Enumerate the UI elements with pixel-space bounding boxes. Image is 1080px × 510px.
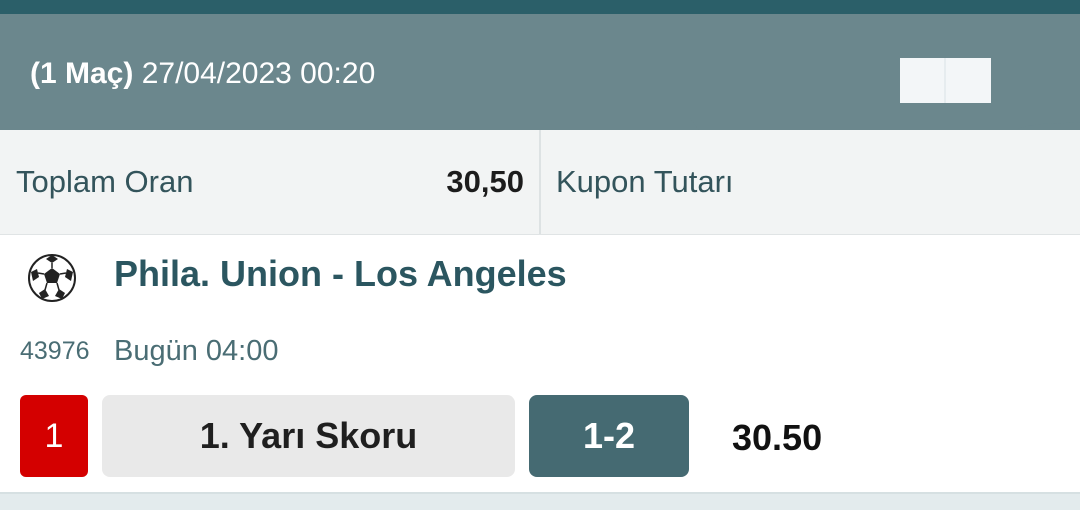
bottom-separator [0,492,1080,510]
coupon-datetime: 27/04/2023 00:20 [141,57,376,90]
total-odds-label: Toplam Oran [16,164,194,199]
match-time: Bugün 04:00 [114,335,279,367]
coupon-header: (1 Maç) 27/04/2023 00:20 [0,14,1080,130]
soccer-ball-icon [28,254,76,302]
top-status-strip [0,0,1080,14]
match-count: (1 Maç) [30,57,134,90]
summary-divider [539,130,541,234]
total-odds-value: 30,50 [446,164,524,199]
pick-button[interactable]: 1-2 [529,395,689,477]
match-code: 43976 [20,337,90,365]
selection-number-badge: 1 [20,395,88,477]
match-card[interactable]: Phila. Union - Los Angeles 43976 Bugün 0… [0,235,1080,495]
coupon-amount-label: Kupon Tutarı [556,164,734,199]
pick-odd: 30.50 [732,417,823,458]
redacted-box [900,58,991,103]
market-type-button[interactable]: 1. Yarı Skoru [102,395,515,477]
coupon-summary: Toplam Oran 30,50 Kupon Tutarı [0,130,1080,235]
match-title: Phila. Union - Los Angeles [114,253,567,294]
coupon-header-title: (1 Maç) 27/04/2023 00:20 [30,56,375,92]
